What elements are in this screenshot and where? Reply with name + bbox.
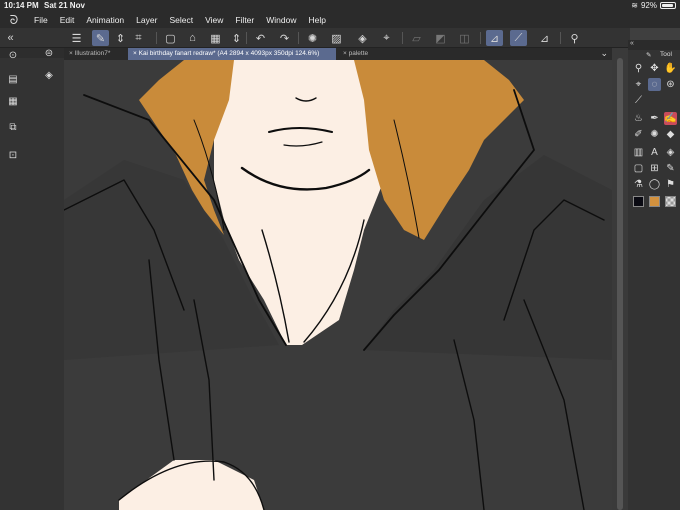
menu-animation[interactable]: Animation xyxy=(80,15,130,25)
airbrush-icon[interactable]: ✺ xyxy=(648,128,661,141)
toolbar-divider xyxy=(298,32,299,44)
tab-label: palette xyxy=(348,50,369,57)
menu-layer[interactable]: Layer xyxy=(130,15,163,25)
battery-percent: 92% xyxy=(640,1,657,10)
toolbar-divider xyxy=(560,32,561,44)
menu-window[interactable]: Window xyxy=(260,15,302,25)
clear-button[interactable]: ▨ xyxy=(328,30,345,46)
file-stepper[interactable]: ⇕ xyxy=(228,30,245,46)
command-bar: « ☰ ✎ ⇕ ⌗ ▢ ⌂ ▦ ⇕ ↶ ↷ ✺ ▨ ◈ ⌖ ▱ ◩ ◫ ⊿ ⟋ … xyxy=(0,28,630,48)
drawing-canvas[interactable] xyxy=(64,60,612,510)
tool-palette: « ✎ Tool ⚲ ✥ ✋ ⌖ ◌ ⊛ ⟋ ♨ ✒ ✍ ✐ ✺ ◆ ▥ A ◈… xyxy=(628,40,680,510)
fill-button[interactable]: ◈ xyxy=(354,30,371,46)
special-ruler-button[interactable]: ⟋ xyxy=(510,30,527,46)
menu-button[interactable]: ☰ xyxy=(68,30,85,46)
menu-filter[interactable]: Filter xyxy=(229,15,260,25)
hand-icon[interactable]: ✋ xyxy=(664,62,677,75)
transparent-color-swatch[interactable] xyxy=(665,196,676,207)
reference-button[interactable]: ⌗ xyxy=(130,30,147,46)
toolbar-divider xyxy=(480,32,481,44)
menu-file[interactable]: File xyxy=(28,15,54,25)
ruler-icon[interactable]: ⚗ xyxy=(632,178,645,191)
auto-select-icon[interactable]: ⊛ xyxy=(664,78,677,91)
frame-icon[interactable]: ⊞ xyxy=(648,162,661,175)
scrollbar-thumb[interactable] xyxy=(617,58,623,510)
status-time: 10:14 PM xyxy=(4,1,39,10)
main-color-swatch[interactable] xyxy=(633,196,644,207)
drop-icon[interactable]: ♨ xyxy=(632,112,645,125)
ruler-snap-button[interactable]: ⊿ xyxy=(486,30,503,46)
collapse-left-icon[interactable]: « xyxy=(2,30,19,46)
artwork xyxy=(64,60,612,510)
toolbar-divider xyxy=(402,32,403,44)
status-right: ≋ 92% xyxy=(631,1,676,10)
tab-label: Illustration7* xyxy=(74,50,111,57)
new-button[interactable]: ▢ xyxy=(162,30,179,46)
fill-bucket-icon[interactable]: ◈ xyxy=(664,146,677,159)
gradient-icon[interactable]: ▥ xyxy=(632,146,645,159)
tab-palette[interactable]: × palette xyxy=(338,48,398,60)
menu-view[interactable]: View xyxy=(199,15,229,25)
menu-help[interactable]: Help xyxy=(302,15,331,25)
document-tabs: × Illustration7* × Kai birthday fanart r… xyxy=(64,48,612,60)
pen-icon: ✎ xyxy=(646,52,652,59)
menu-select[interactable]: Select xyxy=(163,15,199,25)
zoom-icon[interactable]: ⚲ xyxy=(632,62,645,75)
brush-active-icon[interactable]: ✍ xyxy=(664,112,677,125)
layer-stack-icon[interactable]: ⧉ xyxy=(6,120,20,134)
loading-button[interactable]: ✺ xyxy=(304,30,321,46)
correct-line-icon[interactable]: ⚑ xyxy=(664,178,677,191)
tool-dock-header: « xyxy=(628,40,680,50)
layer-property-icon[interactable]: ⊜ xyxy=(42,46,56,60)
collapse-right-icon[interactable]: « xyxy=(630,40,634,47)
sub-tool-icon[interactable]: ▤ xyxy=(6,72,20,86)
material-icon[interactable]: ⊡ xyxy=(6,148,20,162)
tool-property-icon[interactable]: ▦ xyxy=(6,94,20,108)
assist-button[interactable]: ⚲ xyxy=(566,30,583,46)
tab-label: Kai birthday fanart redraw* (A4 2894 x 4… xyxy=(138,50,320,57)
pencil-icon[interactable]: ✐ xyxy=(632,128,645,141)
menu-edit[interactable]: Edit xyxy=(54,15,81,25)
battery-icon xyxy=(660,2,676,9)
vertical-scrollbar[interactable] xyxy=(612,48,628,510)
blend-icon[interactable]: ✎ xyxy=(664,162,677,175)
menu-bar: ᘐ File Edit Animation Layer Select View … xyxy=(0,12,680,28)
open-button[interactable]: ⌂ xyxy=(184,30,201,46)
selection-invert-button[interactable]: ◩ xyxy=(432,30,449,46)
lasso-icon[interactable]: ◌ xyxy=(648,78,661,91)
eraser-icon[interactable]: ◆ xyxy=(664,128,677,141)
tool-palette-title: Tool xyxy=(660,51,672,58)
crop-button[interactable]: ⌖ xyxy=(378,30,395,46)
grid-snap-button[interactable]: ⊿ xyxy=(536,30,553,46)
ios-status-bar: 10:14 PM Sat 21 Nov ≋ 92% xyxy=(0,0,680,12)
figure-icon[interactable]: ▢ xyxy=(632,162,645,175)
text-icon[interactable]: A xyxy=(648,146,661,159)
move-icon[interactable]: ✥ xyxy=(648,62,661,75)
sub-color-swatch[interactable] xyxy=(649,196,660,207)
balloon-icon[interactable]: ◯ xyxy=(648,178,661,191)
selection-off-button[interactable]: ▱ xyxy=(408,30,425,46)
status-date: Sat 21 Nov xyxy=(44,1,85,10)
wifi-icon: ≋ xyxy=(631,1,638,10)
toolbar-divider xyxy=(246,32,247,44)
edit-layer-button[interactable]: ✎ xyxy=(92,30,109,46)
save-button[interactable]: ▦ xyxy=(207,30,224,46)
toolbar-divider xyxy=(156,32,157,44)
layers-icon[interactable]: ◈ xyxy=(42,68,56,82)
selection-clear-button[interactable]: ◫ xyxy=(456,30,473,46)
navigator-icon[interactable]: ⊙ xyxy=(6,48,20,62)
tab-kai-birthday[interactable]: × Kai birthday fanart redraw* (A4 2894 x… xyxy=(128,48,336,60)
tool-palette-header: ✎ Tool xyxy=(628,50,680,60)
redo-button[interactable]: ↷ xyxy=(276,30,293,46)
tab-illustration7[interactable]: × Illustration7* xyxy=(64,48,126,60)
app-logo-icon[interactable]: ᘐ xyxy=(0,13,28,28)
layer-stepper[interactable]: ⇕ xyxy=(112,30,129,46)
battery-fill xyxy=(662,4,673,7)
ink-icon[interactable]: ✒ xyxy=(648,112,661,125)
select-object-icon[interactable]: ⌖ xyxy=(632,78,645,91)
eyedropper-icon[interactable]: ⟋ xyxy=(632,94,645,107)
chevron-down-icon[interactable]: ⌄ xyxy=(600,48,608,59)
undo-button[interactable]: ↶ xyxy=(252,30,269,46)
left-dock: ⊙ ⊜ ▤ ◈ ▦ ⧉ ⊡ xyxy=(0,48,64,510)
